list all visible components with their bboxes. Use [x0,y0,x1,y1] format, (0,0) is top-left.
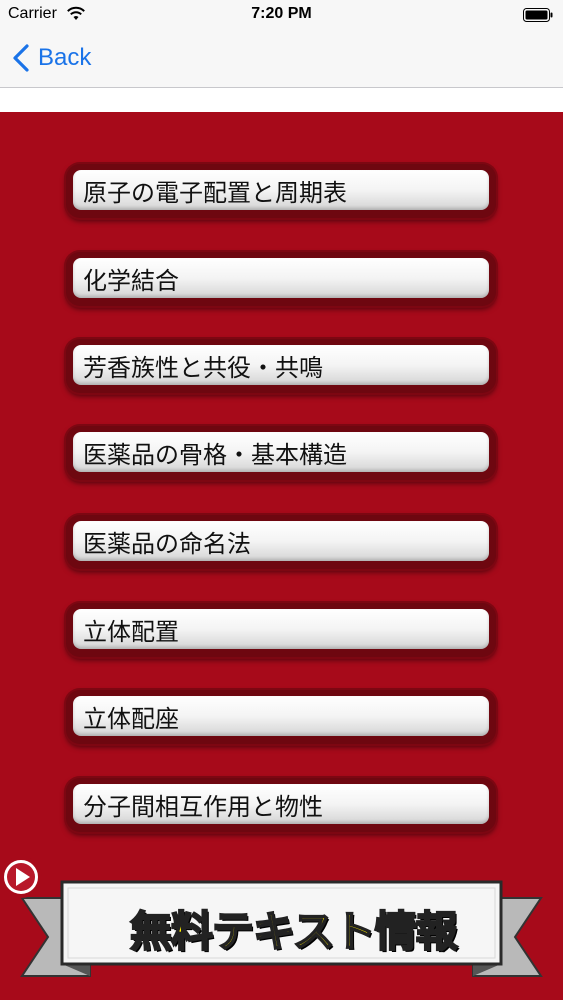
menu-item-label: 原子の電子配置と周期表 [83,178,347,207]
menu-item-label: 医薬品の命名法 [83,529,251,558]
menu-item-label: 医薬品の骨格・基本構造 [83,440,347,469]
menu-item-conformation[interactable]: 立体配座 [66,690,496,744]
menu-item-drug-skeleton[interactable]: 医薬品の骨格・基本構造 [66,426,496,480]
menu-item-chemical-bonding[interactable]: 化学結合 [66,252,496,306]
chevron-left-icon [13,44,29,72]
back-button[interactable]: Back [12,40,91,76]
navigation-bar: Back [0,30,563,88]
menu-item-label: 化学結合 [83,266,179,295]
menu-item-label: 芳香族性と共役・共鳴 [83,353,323,382]
banner-text: 無料テキスト情報 [129,906,459,957]
free-text-info-banner[interactable]: 無料テキスト情報 [0,856,563,1000]
play-icon [0,856,42,898]
status-time: 7:20 PM [251,5,312,22]
battery-icon [523,8,553,22]
menu-item-label: 立体配座 [83,704,179,733]
menu-item-electron-configuration[interactable]: 原子の電子配置と周期表 [66,164,496,218]
menu-item-configuration[interactable]: 立体配置 [66,603,496,657]
menu-item-drug-nomenclature[interactable]: 医薬品の命名法 [66,515,496,569]
menu-item-label: 分子間相互作用と物性 [83,792,323,821]
status-bar: Carrier 7:20 PM [0,0,563,30]
menu-item-aromaticity[interactable]: 芳香族性と共役・共鳴 [66,339,496,393]
menu-item-label: 立体配置 [83,617,179,646]
back-label: Back [38,44,92,71]
menu-item-intermolecular-interactions[interactable]: 分子間相互作用と物性 [66,778,496,832]
